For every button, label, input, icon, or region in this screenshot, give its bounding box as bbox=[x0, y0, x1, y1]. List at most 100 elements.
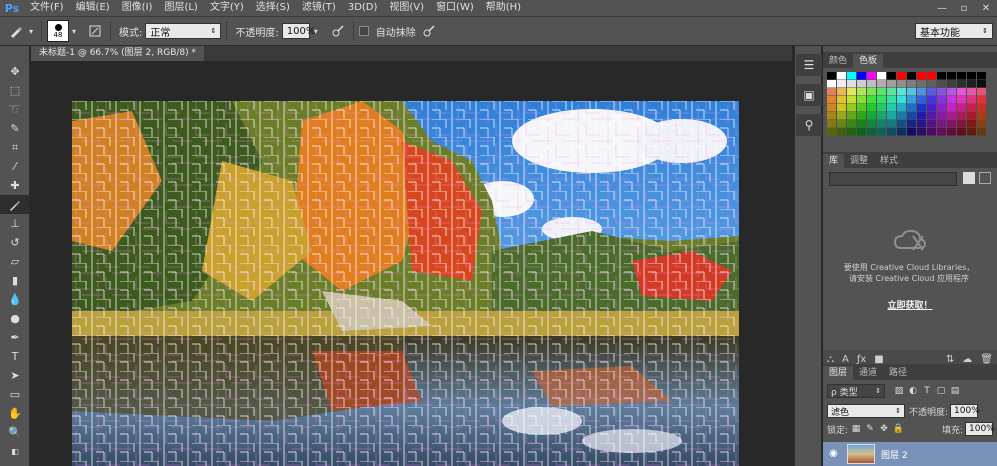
default-colors-icon[interactable]: ◧ bbox=[0, 442, 30, 461]
quick-selection-tool-icon[interactable]: ✎ bbox=[0, 119, 30, 138]
swatch[interactable] bbox=[947, 96, 956, 104]
swatch[interactable] bbox=[957, 72, 966, 80]
brush-tool-preset-icon[interactable] bbox=[6, 21, 26, 41]
list-view-icon[interactable] bbox=[979, 172, 991, 184]
swatch[interactable] bbox=[937, 112, 946, 120]
swatch[interactable] bbox=[937, 80, 946, 88]
opacity-input[interactable]: 100% bbox=[281, 23, 315, 39]
lock-position-icon[interactable]: ✥ bbox=[878, 423, 890, 435]
swatch[interactable] bbox=[907, 96, 916, 104]
swatch[interactable] bbox=[827, 112, 836, 120]
swatch[interactable] bbox=[967, 80, 976, 88]
add-layer-style-icon[interactable]: ƒx bbox=[857, 354, 866, 365]
swatch[interactable] bbox=[927, 88, 936, 96]
menu-window[interactable]: 窗口(W) bbox=[430, 0, 480, 16]
menu-type[interactable]: 文字(Y) bbox=[204, 0, 250, 16]
add-char-style-icon[interactable]: A bbox=[842, 354, 849, 365]
swatch[interactable] bbox=[827, 80, 836, 88]
tab-adjustments[interactable]: 调整 bbox=[844, 154, 874, 168]
filter-adjustment-icon[interactable]: ◐ bbox=[907, 385, 919, 397]
swatch[interactable] bbox=[967, 88, 976, 96]
dropdown-arrow-icon[interactable]: ▾ bbox=[26, 21, 36, 41]
swatch[interactable] bbox=[827, 104, 836, 112]
menu-3d[interactable]: 3D(D) bbox=[342, 0, 384, 16]
swatch[interactable] bbox=[847, 72, 856, 80]
swatch[interactable] bbox=[967, 112, 976, 120]
sync-status-icon[interactable]: ⇅ bbox=[946, 354, 954, 365]
brush-tool-icon[interactable] bbox=[0, 195, 30, 214]
swatch[interactable] bbox=[977, 112, 986, 120]
swatch[interactable] bbox=[967, 72, 976, 80]
swatch[interactable] bbox=[957, 128, 966, 136]
swatch[interactable] bbox=[847, 128, 856, 136]
add-graphic-icon[interactable]: ⛬ bbox=[827, 354, 834, 365]
healing-brush-tool-icon[interactable]: ✚ bbox=[0, 176, 30, 195]
swatch[interactable] bbox=[957, 104, 966, 112]
tab-layers[interactable]: 图层 bbox=[823, 366, 854, 380]
pressure-opacity-icon[interactable] bbox=[328, 21, 348, 41]
swatch[interactable] bbox=[947, 128, 956, 136]
menu-filter[interactable]: 滤镜(T) bbox=[296, 0, 342, 16]
eyedropper-tool-icon[interactable]: ⁄ bbox=[0, 157, 30, 176]
swatch[interactable] bbox=[927, 104, 936, 112]
brush-size-dropdown-icon[interactable]: ▾ bbox=[69, 21, 79, 41]
swatch[interactable] bbox=[947, 72, 956, 80]
swatch[interactable] bbox=[847, 120, 856, 128]
swatch[interactable] bbox=[877, 88, 886, 96]
swatch[interactable] bbox=[877, 96, 886, 104]
menu-image[interactable]: 图像(I) bbox=[116, 0, 159, 16]
canvas-area[interactable] bbox=[31, 61, 792, 466]
swatch[interactable] bbox=[857, 104, 866, 112]
swatch[interactable] bbox=[877, 128, 886, 136]
swatch[interactable] bbox=[907, 80, 916, 88]
swatch[interactable] bbox=[837, 80, 846, 88]
trash-icon[interactable]: 🗑 bbox=[980, 354, 993, 365]
menu-view[interactable]: 视图(V) bbox=[383, 0, 430, 16]
swatch[interactable] bbox=[927, 72, 936, 80]
marquee-tool-icon[interactable]: ⬚ bbox=[0, 81, 30, 100]
swatch[interactable] bbox=[847, 96, 856, 104]
swatch[interactable] bbox=[897, 96, 906, 104]
swatch[interactable] bbox=[907, 112, 916, 120]
close-button[interactable]: ✕ bbox=[975, 0, 997, 16]
swatch[interactable] bbox=[907, 72, 916, 80]
swatch[interactable] bbox=[857, 112, 866, 120]
brush-presets-panel-icon[interactable]: ⚲ bbox=[796, 114, 822, 136]
swatch[interactable] bbox=[857, 128, 866, 136]
swatch[interactable] bbox=[877, 112, 886, 120]
swatch[interactable] bbox=[827, 128, 836, 136]
swatch[interactable] bbox=[977, 128, 986, 136]
swatch[interactable] bbox=[877, 104, 886, 112]
document-tab[interactable]: 未标题-1 @ 66.7% (图层 2, RGB/8) * bbox=[31, 46, 204, 61]
swatch[interactable] bbox=[887, 88, 896, 96]
blend-mode-select[interactable]: 滤色 ⇕ bbox=[827, 404, 905, 418]
menu-select[interactable]: 选择(S) bbox=[250, 0, 296, 16]
swatch[interactable] bbox=[907, 120, 916, 128]
swatch[interactable] bbox=[867, 112, 876, 120]
dodge-tool-icon[interactable]: ● bbox=[0, 309, 30, 328]
swatch[interactable] bbox=[867, 104, 876, 112]
swatch[interactable] bbox=[957, 80, 966, 88]
swatch[interactable] bbox=[897, 120, 906, 128]
gradient-tool-icon[interactable]: ▮ bbox=[0, 271, 30, 290]
lock-transparent-icon[interactable]: ▦ bbox=[850, 423, 862, 435]
history-panel-icon[interactable]: ☰ bbox=[796, 54, 822, 76]
layer-filter-select[interactable]: ρ 类型 ⇕ bbox=[827, 384, 885, 398]
path-selection-tool-icon[interactable]: ➤ bbox=[0, 366, 30, 385]
swatch[interactable] bbox=[907, 88, 916, 96]
swatch[interactable] bbox=[887, 72, 896, 80]
auto-erase-checkbox[interactable] bbox=[358, 26, 369, 36]
swatch[interactable] bbox=[957, 112, 966, 120]
swatch[interactable] bbox=[897, 80, 906, 88]
brush-panel-toggle-icon[interactable] bbox=[85, 21, 105, 41]
swatch[interactable] bbox=[887, 120, 896, 128]
swatch[interactable] bbox=[907, 104, 916, 112]
filter-smart-object-icon[interactable]: ▤ bbox=[949, 385, 961, 397]
swatch[interactable] bbox=[917, 112, 926, 120]
swatch[interactable] bbox=[887, 96, 896, 104]
filter-type-icon[interactable]: T bbox=[921, 385, 933, 397]
tab-paths[interactable]: 路径 bbox=[883, 366, 913, 380]
swatch[interactable] bbox=[957, 120, 966, 128]
cloud-icon[interactable]: ☁ bbox=[962, 354, 972, 365]
swatch[interactable] bbox=[847, 104, 856, 112]
